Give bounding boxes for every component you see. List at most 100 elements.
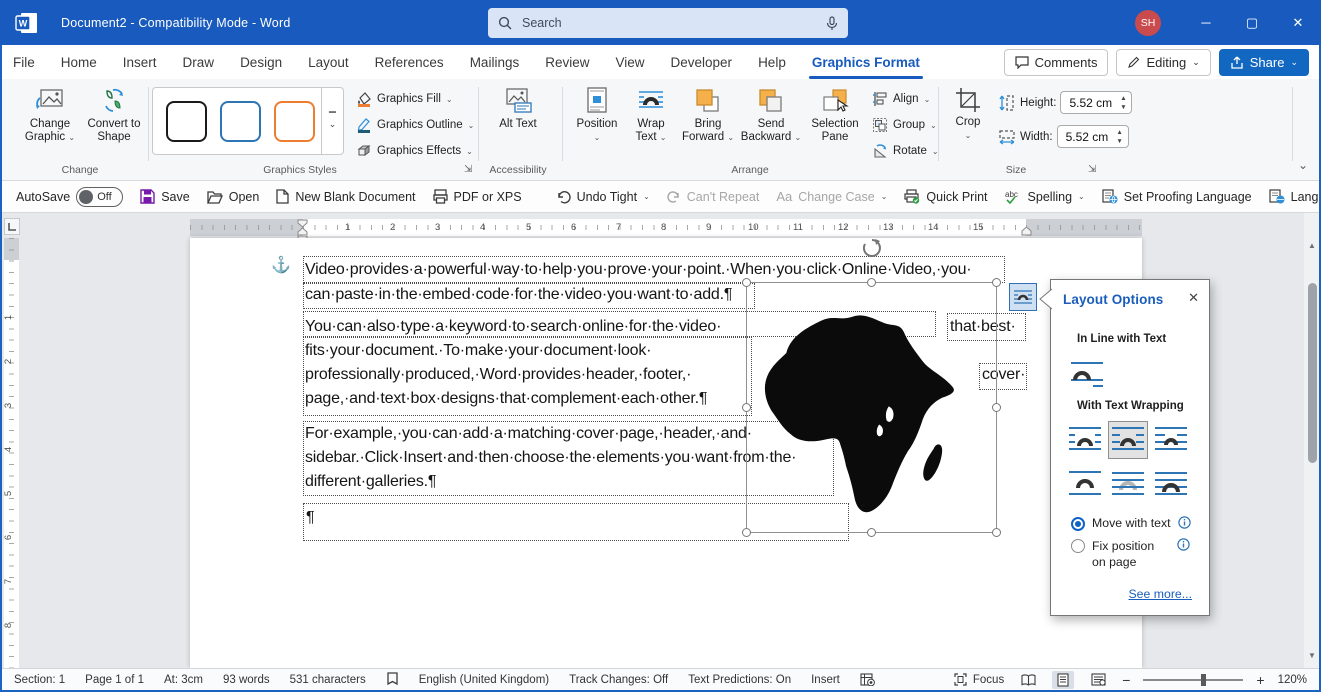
tab-references[interactable]: References [362,45,457,79]
tab-selector-button[interactable] [4,218,20,235]
height-input[interactable]: 5.52 cm ▲ ▼ [1060,91,1133,114]
wrap-option-behind-text[interactable] [1108,465,1148,503]
scroll-down-icon[interactable]: ▼ [1308,651,1316,660]
see-more-link[interactable]: See more... [1128,587,1192,601]
body-text-line[interactable]: You·can·also·type·a·keyword·to·search·on… [305,318,721,336]
graphics-style-swatch-blue[interactable] [220,100,261,142]
width-input[interactable]: 5.52 cm ▲ ▼ [1056,125,1129,148]
status-text-predictions[interactable]: Text Predictions: On [688,674,791,686]
zoom-in-button[interactable]: + [1256,672,1264,688]
body-text-line[interactable]: professionally·produced,·Word·provides·h… [305,366,691,384]
info-icon[interactable] [1177,516,1191,529]
change-graphic-button[interactable]: Change Graphic ⌄ [20,87,80,144]
undo-button[interactable]: Undo Tight ⌄ [556,190,650,204]
vertical-ruler[interactable]: 1 2 3 4 5 6 7 8 [3,238,19,668]
body-text-line[interactable]: sidebar.·Click·Insert·and·then·choose·th… [305,449,796,467]
word-app-icon[interactable]: W [15,11,39,35]
resize-handle-ne[interactable] [992,278,1001,287]
tab-graphics-format[interactable]: Graphics Format [799,45,933,79]
focus-mode-button[interactable]: Focus [954,673,1004,686]
body-text-line[interactable]: page,·and·text·box·designs·that·compleme… [305,390,707,408]
resize-handle-n[interactable] [867,278,876,287]
radio-move-with-text[interactable]: Move with text [1071,516,1191,531]
layout-options-launcher-button[interactable] [1009,283,1037,311]
wrap-option-top-bottom[interactable] [1065,465,1105,503]
comments-button[interactable]: Comments [1003,48,1109,76]
open-button[interactable]: Open [206,190,259,204]
empty-paragraph-mark[interactable]: ¶ [306,509,315,527]
body-text-line[interactable]: fits·your·document.·To·make·your·documen… [305,342,651,360]
first-line-indent-marker[interactable] [297,219,308,236]
resize-handle-sw[interactable] [742,528,751,537]
alt-text-button[interactable]: Alt Text [490,87,546,131]
body-text-line[interactable]: For·example,·you·can·add·a·matching·cove… [305,425,752,443]
status-words[interactable]: 93 words [223,674,270,686]
group-button[interactable]: Group ⌄ [872,114,937,136]
tab-help[interactable]: Help [745,45,799,79]
macro-record-icon[interactable] [860,673,875,686]
editing-dropdown[interactable]: Editing ⌄ [1116,48,1211,76]
pdf-or-xps-button[interactable]: PDF or XPS [432,189,522,204]
status-section[interactable]: Section: 1 [14,674,65,686]
account-avatar[interactable]: SH [1135,9,1161,36]
resize-handle-nw[interactable] [742,278,751,287]
wrap-option-tight-selected[interactable] [1108,421,1148,459]
close-button[interactable]: ✕ [1275,0,1321,45]
selection-pane-button[interactable]: Selection Pane [806,87,864,144]
rotate-handle[interactable] [862,238,882,258]
size-dialog-launcher-icon[interactable]: ⇲ [1088,164,1096,175]
tab-layout[interactable]: Layout [295,45,362,79]
align-button[interactable]: Align ⌄ [872,88,930,110]
right-indent-marker[interactable] [1021,227,1032,236]
status-characters[interactable]: 531 characters [290,674,366,686]
tab-file[interactable]: File [0,45,48,79]
info-icon[interactable] [1177,538,1190,551]
body-text-line[interactable]: different·galleries.¶ [305,473,436,491]
scroll-up-icon[interactable]: ▲ [1308,241,1316,250]
wrap-text-button[interactable]: Wrap Text ⌄ [626,87,676,144]
vertical-scrollbar[interactable]: ▲ ▼ [1304,213,1321,668]
status-insert-mode[interactable]: Insert [811,674,840,686]
height-stepper[interactable]: ▲ ▼ [1115,92,1131,113]
proofing-status-icon[interactable] [386,672,399,687]
graphics-style-swatch-black[interactable] [166,100,207,142]
search-box[interactable]: Search [488,8,848,38]
resize-handle-w[interactable] [742,403,751,412]
wrap-option-square[interactable] [1065,421,1105,459]
web-layout-button[interactable] [1087,671,1109,689]
graphics-fill-button[interactable]: Graphics Fill ⌄ [356,88,453,110]
new-blank-document-button[interactable]: New Blank Document [276,189,416,204]
graphic-selection-box[interactable] [742,278,1001,537]
read-mode-button[interactable] [1017,671,1039,689]
zoom-slider[interactable] [1143,673,1244,686]
body-text-line[interactable]: Video·provides·a·powerful·way·to·help·yo… [305,261,972,279]
wrap-option-through[interactable] [1151,421,1191,459]
bring-forward-button[interactable]: Bring Forward ⌄ [680,87,736,144]
collapse-ribbon-chevron-icon[interactable]: ⌄ [1298,158,1308,172]
zoom-out-button[interactable]: − [1122,672,1130,688]
graphics-effects-button[interactable]: Graphics Effects ⌄ [356,140,473,162]
panel-close-icon[interactable]: ✕ [1188,290,1199,306]
crop-button[interactable]: Crop ⌄ [946,87,990,142]
tab-draw[interactable]: Draw [170,45,228,79]
set-proofing-language-button[interactable]: Set Proofing Language [1102,189,1252,204]
graphics-style-swatch-orange[interactable] [274,100,315,142]
tab-review[interactable]: Review [532,45,602,79]
quick-print-button[interactable]: Quick Print [904,189,988,204]
horizontal-ruler[interactable]: 1 2 3 4 5 6 7 8 9 10 11 12 13 14 15 [190,219,1142,236]
status-track-changes[interactable]: Track Changes: Off [569,674,668,686]
maximize-button[interactable]: ▢ [1229,0,1275,45]
gallery-more-button[interactable]: ▔ ⌄ [321,88,343,154]
body-text-line[interactable]: can·paste·in·the·embed·code·for·the·vide… [305,286,732,304]
microphone-icon[interactable] [826,15,838,31]
graphics-outline-button[interactable]: Graphics Outline ⌄ [356,114,474,136]
convert-to-shape-button[interactable]: Convert to Shape [84,87,144,144]
minimize-button[interactable]: ─ [1183,0,1229,45]
radio-fix-position[interactable]: Fix position on page [1071,538,1199,570]
zoom-slider-thumb[interactable] [1201,673,1207,686]
scrollbar-thumb[interactable] [1308,283,1317,463]
status-page[interactable]: Page 1 of 1 [85,674,144,686]
dialog-launcher-icon[interactable]: ⇲ [464,164,472,175]
save-button[interactable]: Save [140,189,190,204]
tab-mailings[interactable]: Mailings [457,45,533,79]
